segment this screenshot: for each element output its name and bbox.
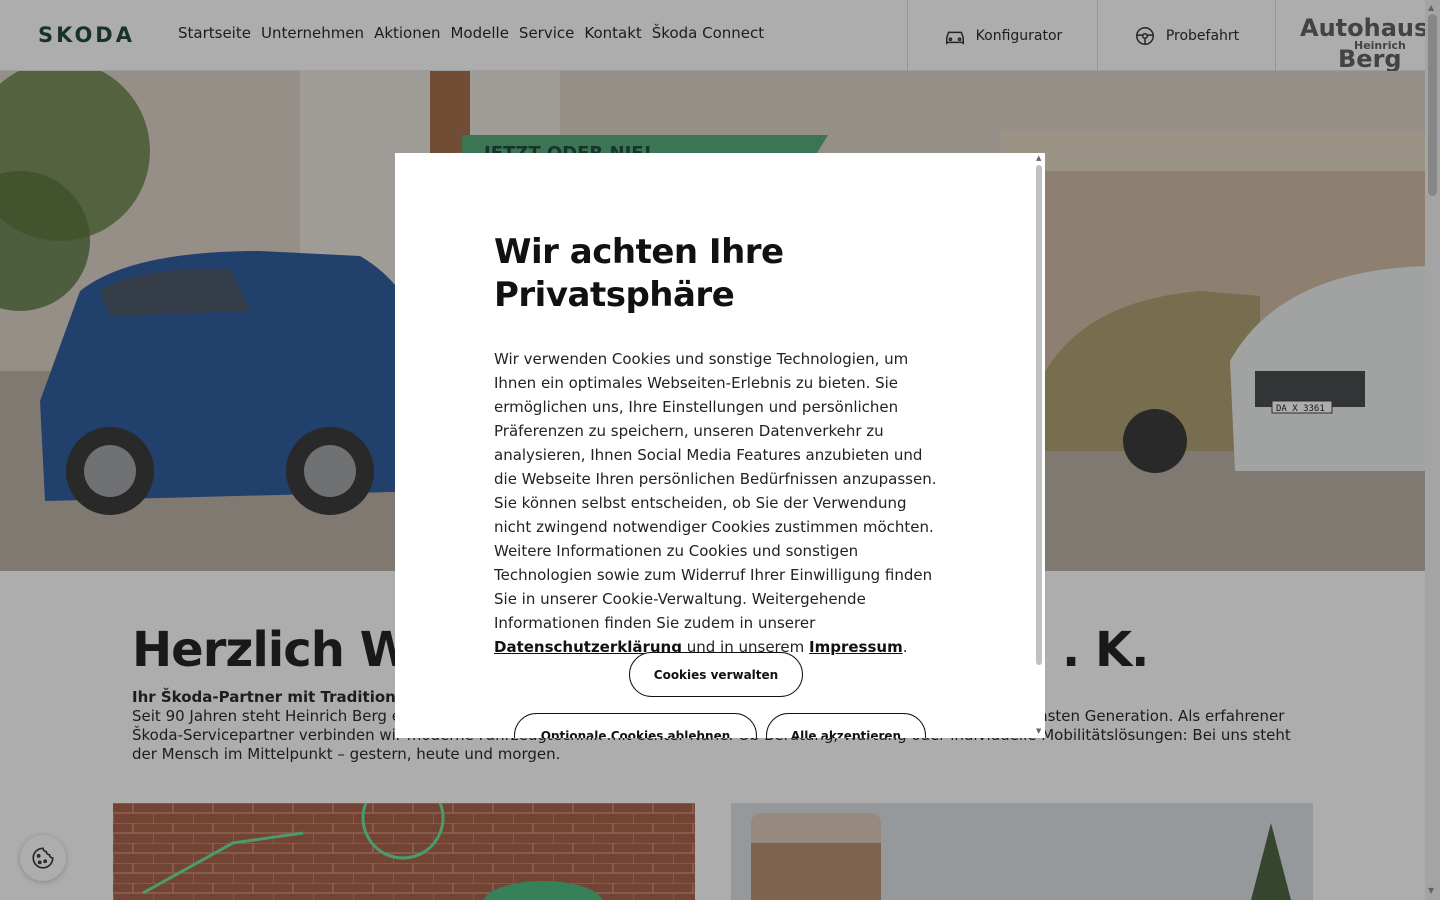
cookie-text-part3: . [902,638,908,656]
dialog-scroll-thumb[interactable] [1036,165,1042,665]
manage-cookies-button[interactable]: Cookies verwalten [629,652,803,697]
dialog-scroll-down-icon[interactable]: ▼ [1036,727,1041,735]
cookie-dialog-title: Wir achten Ihre Privatsphäre [494,232,784,315]
cookie-consent-dialog: Wir achten Ihre Privatsphäre Wir verwend… [395,153,1045,738]
accept-all-cookies-button[interactable]: Alle akzeptieren [766,713,926,738]
cookie-dialog-text: Wir verwenden Cookies und sonstige Techn… [494,347,944,659]
dialog-scroll-up-icon[interactable]: ▲ [1036,154,1041,162]
cookie-text-part1: Wir verwenden Cookies und sonstige Techn… [494,350,937,632]
cookie-dialog-scrollbar[interactable]: ▲ ▼ [1034,153,1045,738]
imprint-link[interactable]: Impressum [809,638,903,656]
reject-optional-cookies-button[interactable]: Optionale Cookies ablehnen [514,713,757,738]
